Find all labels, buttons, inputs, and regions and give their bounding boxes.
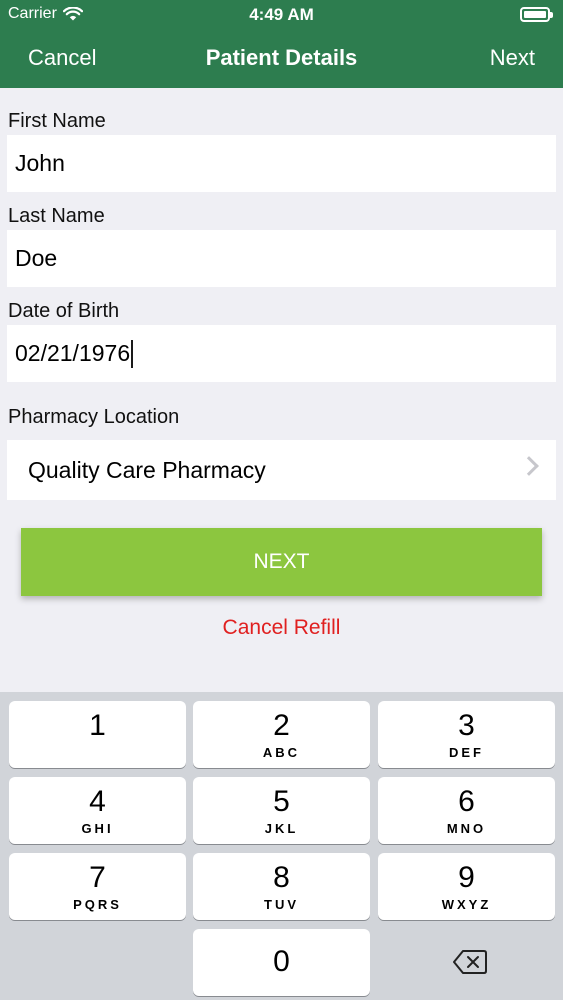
key-9-digit: 9 xyxy=(458,861,475,894)
first-name-field[interactable]: John xyxy=(7,135,556,192)
next-button[interactable]: NEXT xyxy=(21,528,542,596)
last-name-value: Doe xyxy=(15,245,58,271)
key-8[interactable]: 8 TUV xyxy=(193,853,370,920)
key-0[interactable]: 0 xyxy=(193,929,370,996)
key-3[interactable]: 3 DEF xyxy=(378,701,555,768)
key-6-digit: 6 xyxy=(458,785,475,818)
pharmacy-picker[interactable]: Quality Care Pharmacy xyxy=(7,440,556,500)
key-7-digit: 7 xyxy=(89,861,106,894)
page-title: Patient Details xyxy=(205,45,358,70)
key-7-letters: PQRS xyxy=(73,897,122,912)
key-5-letters: JKL xyxy=(264,821,299,836)
delete-key[interactable] xyxy=(440,947,500,977)
key-6[interactable]: 6 MNO xyxy=(378,777,555,844)
dob-label: Date of Birth xyxy=(8,300,120,322)
key-7[interactable]: 7 PQRS xyxy=(9,853,186,920)
key-2-letters: ABC xyxy=(262,745,301,760)
first-name-value: John xyxy=(15,150,65,176)
key-3-digit: 3 xyxy=(458,709,475,742)
key-3-letters: DEF xyxy=(449,745,484,760)
navigation-bar: Cancel Patient Details Next xyxy=(0,30,563,88)
status-time: 4:49 AM xyxy=(249,5,314,24)
key-5-digit: 5 xyxy=(273,785,290,818)
last-name-label: Last Name xyxy=(8,205,105,227)
pharmacy-value: Quality Care Pharmacy xyxy=(28,456,266,483)
key-8-letters: TUV xyxy=(264,897,299,912)
key-6-letters: MNO xyxy=(446,821,487,836)
cancel-refill-link[interactable]: Cancel Refill xyxy=(0,616,563,640)
top-bar: Carrier 4:49 AM Cancel Patient Details N… xyxy=(0,0,563,88)
key-4-digit: 4 xyxy=(89,785,106,818)
key-2[interactable]: 2 ABC xyxy=(193,701,370,768)
key-2-digit: 2 xyxy=(273,709,290,742)
text-cursor xyxy=(131,339,134,368)
status-bar: Carrier 4:49 AM xyxy=(0,0,563,30)
backspace-icon xyxy=(453,950,487,974)
pharmacy-label: Pharmacy Location xyxy=(8,406,180,428)
numeric-keypad: 1 2 ABC 3 DEF 4 GHI 5 JKL 6 MNO 7 PQRS 8… xyxy=(0,692,563,1000)
dob-field[interactable]: 02/21/1976 xyxy=(7,325,556,382)
key-5[interactable]: 5 JKL xyxy=(193,777,370,844)
chevron-right-icon xyxy=(519,456,539,476)
key-4-letters: GHI xyxy=(81,821,114,836)
key-1-digit: 1 xyxy=(89,709,106,742)
last-name-field[interactable]: Doe xyxy=(7,230,556,287)
battery-icon xyxy=(520,7,553,22)
key-9-letters: WXYZ xyxy=(441,897,492,912)
key-4[interactable]: 4 GHI xyxy=(9,777,186,844)
first-name-label: First Name xyxy=(8,110,106,132)
nav-next-button[interactable]: Next xyxy=(490,45,535,71)
key-8-digit: 8 xyxy=(273,861,290,894)
key-0-digit: 0 xyxy=(273,945,290,978)
key-1[interactable]: 1 xyxy=(9,701,186,768)
dob-value: 02/21/1976 xyxy=(15,340,131,366)
key-9[interactable]: 9 WXYZ xyxy=(378,853,555,920)
